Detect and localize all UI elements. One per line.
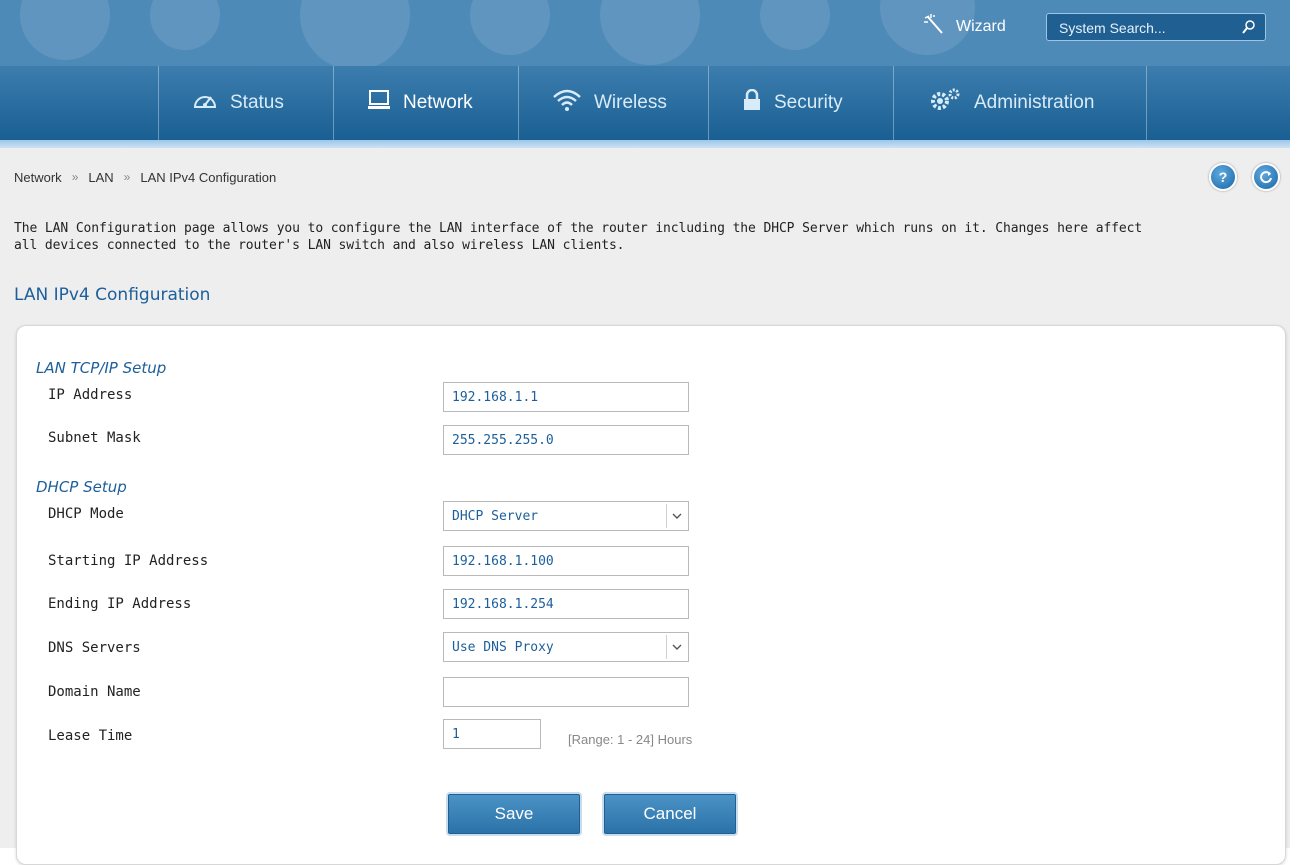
dns-servers-value: Use DNS Proxy bbox=[452, 640, 554, 655]
description-line: The LAN Configuration page allows you to… bbox=[14, 221, 1143, 236]
wifi-icon bbox=[552, 88, 582, 118]
nav-accent-line bbox=[0, 140, 1290, 148]
breadcrumb-separator: » bbox=[123, 170, 131, 184]
breadcrumb-separator: » bbox=[71, 170, 79, 184]
system-search[interactable] bbox=[1046, 13, 1266, 41]
nav-tab-label: Security bbox=[774, 92, 843, 113]
start-ip-label: Starting IP Address bbox=[48, 553, 209, 569]
nav-tab-label: Network bbox=[403, 92, 473, 113]
domain-name-label: Domain Name bbox=[48, 684, 141, 700]
ip-address-label: IP Address bbox=[48, 387, 133, 403]
refresh-icon[interactable] bbox=[1252, 163, 1280, 191]
lease-range-hint: [Range: 1 - 24] Hours bbox=[568, 732, 693, 747]
computer-icon bbox=[367, 89, 391, 117]
description-line: all devices connected to the router's LA… bbox=[14, 238, 625, 253]
search-input[interactable] bbox=[1057, 17, 1231, 39]
section-title: LAN IPv4 Configuration bbox=[14, 285, 211, 305]
domain-name-input[interactable] bbox=[443, 677, 689, 707]
dns-servers-label: DNS Servers bbox=[48, 640, 141, 656]
nav-tab-label: Administration bbox=[974, 92, 1095, 113]
nav-tab-network[interactable]: Network bbox=[367, 66, 473, 140]
nav-divider bbox=[893, 66, 894, 140]
nav-divider bbox=[333, 66, 334, 140]
help-icon[interactable]: ? bbox=[1209, 163, 1237, 191]
nav-tab-label: Status bbox=[230, 92, 284, 113]
nav-tab-security[interactable]: Security bbox=[742, 66, 843, 140]
subnet-mask-input[interactable] bbox=[443, 425, 689, 455]
nav-divider bbox=[518, 66, 519, 140]
ip-address-input[interactable] bbox=[443, 382, 689, 412]
dns-servers-select[interactable]: Use DNS Proxy bbox=[443, 632, 689, 662]
lease-time-input[interactable] bbox=[443, 719, 541, 749]
group-title-dhcp-setup: DHCP Setup bbox=[36, 478, 127, 496]
gauge-icon bbox=[192, 89, 218, 117]
breadcrumb: Network » LAN » LAN IPv4 Configuration bbox=[14, 167, 276, 187]
page-description: The LAN Configuration page allows you to… bbox=[14, 220, 1286, 254]
group-title-lan-setup: LAN TCP/IP Setup bbox=[36, 359, 167, 377]
lease-time-label: Lease Time bbox=[48, 728, 133, 744]
wizard-link[interactable]: Wizard bbox=[922, 13, 1006, 42]
dhcp-mode-label: DHCP Mode bbox=[48, 506, 124, 522]
dhcp-mode-select[interactable]: DHCP Server bbox=[443, 501, 689, 531]
chevron-down-icon[interactable] bbox=[666, 504, 686, 528]
cancel-button[interactable]: Cancel bbox=[604, 794, 736, 834]
breadcrumb-item[interactable]: Network bbox=[14, 170, 62, 185]
search-icon[interactable] bbox=[1241, 19, 1257, 39]
nav-tab-status[interactable]: Status bbox=[192, 66, 284, 140]
nav-divider bbox=[1146, 66, 1147, 140]
page-margin bbox=[1290, 148, 1306, 848]
nav-divider bbox=[158, 66, 159, 140]
breadcrumb-item: LAN IPv4 Configuration bbox=[140, 169, 277, 185]
end-ip-label: Ending IP Address bbox=[48, 596, 192, 612]
dhcp-mode-value: DHCP Server bbox=[452, 509, 539, 524]
page-margin bbox=[1290, 0, 1306, 148]
wand-icon bbox=[922, 13, 946, 42]
lock-icon bbox=[742, 88, 762, 117]
start-ip-input[interactable] bbox=[443, 546, 689, 576]
nav-tab-label: Wireless bbox=[594, 92, 667, 113]
breadcrumb-item[interactable]: LAN bbox=[88, 170, 113, 185]
gears-icon bbox=[928, 88, 962, 118]
nav-tab-administration[interactable]: Administration bbox=[928, 66, 1094, 140]
chevron-down-icon[interactable] bbox=[666, 635, 686, 659]
save-button[interactable]: Save bbox=[448, 794, 580, 834]
wizard-label: Wizard bbox=[956, 18, 1006, 35]
nav-divider bbox=[708, 66, 709, 140]
subnet-mask-label: Subnet Mask bbox=[48, 430, 141, 446]
nav-tab-wireless[interactable]: Wireless bbox=[552, 66, 667, 140]
help-label: ? bbox=[1218, 169, 1228, 185]
end-ip-input[interactable] bbox=[443, 589, 689, 619]
